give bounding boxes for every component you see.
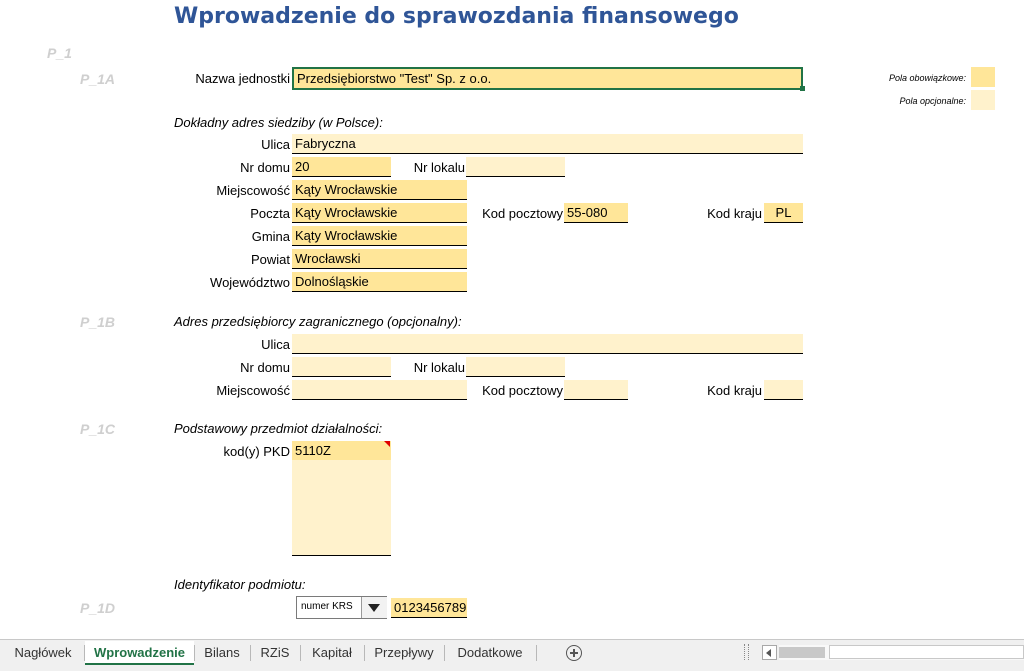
legend-required-label: Pola obowiązkowe: <box>888 73 966 83</box>
house-number-field[interactable]: 20 <box>292 157 391 177</box>
tab-bilans[interactable]: Bilans <box>196 641 248 665</box>
page-title: Wprowadzenie do sprawozdania finansowego <box>174 4 739 29</box>
section-code-p1c: P_1C <box>80 421 116 437</box>
pkd-field-5[interactable] <box>292 517 391 537</box>
scroll-left-button[interactable] <box>762 645 777 660</box>
identifier-value-field[interactable]: 0123456789 <box>391 598 467 618</box>
post-office-field[interactable]: Kąty Wrocławskie <box>292 203 467 223</box>
address-header: Dokładny adres siedziby (w Polsce): <box>174 115 383 130</box>
foreign-street-field[interactable] <box>292 334 803 354</box>
entity-name-field[interactable]: Przedsiębiorstwo "Test" Sp. z o.o. <box>292 67 803 90</box>
post-office-label: Poczta <box>250 206 290 221</box>
tab-przeplywy[interactable]: Przepływy <box>366 641 442 665</box>
tab-rzis[interactable]: RZiS <box>252 641 298 665</box>
foreign-flat-number-label: Nr lokalu <box>413 360 465 375</box>
horizontal-scrollbar[interactable] <box>779 645 1024 660</box>
section-code-p1b: P_1B <box>80 314 116 330</box>
triangle-down-icon <box>368 604 380 612</box>
tab-naglowek[interactable]: Nagłówek <box>8 641 78 665</box>
street-field[interactable]: Fabryczna <box>292 134 803 154</box>
tab-splitter-handle[interactable] <box>744 644 749 660</box>
country-code-label: Kod kraju <box>707 206 762 221</box>
scrollbar-track[interactable] <box>829 645 1024 659</box>
foreign-house-number-field[interactable] <box>292 357 391 377</box>
postal-code-label: Kod pocztowy <box>482 206 563 221</box>
tab-separator <box>364 645 365 661</box>
foreign-flat-number-field[interactable] <box>466 357 565 377</box>
identifier-header: Identyfikator podmiotu: <box>174 577 306 592</box>
province-label: Województwo <box>210 275 290 290</box>
tab-dodatkowe[interactable]: Dodatkowe <box>446 641 534 665</box>
tab-separator <box>300 645 301 661</box>
foreign-address-header: Adres przedsiębiorcy zagranicznego (opcj… <box>174 314 462 329</box>
plus-vertical <box>573 649 575 657</box>
section-code-p1: P_1 <box>47 45 72 61</box>
foreign-country-code-label: Kod kraju <box>707 383 762 398</box>
city-label: Miejscowość <box>216 183 290 198</box>
entity-name-label: Nazwa jednostki <box>195 71 290 86</box>
legend-required-swatch <box>971 67 995 87</box>
foreign-country-code-field[interactable] <box>764 380 803 400</box>
section-code-p1d: P_1D <box>80 600 116 616</box>
section-code-p1a: P_1A <box>80 71 116 87</box>
foreign-street-label: Ulica <box>261 337 290 352</box>
fill-handle[interactable] <box>800 86 805 91</box>
pkd-field-2[interactable] <box>292 460 391 480</box>
triangle-left-icon <box>766 649 771 657</box>
tab-separator <box>444 645 445 661</box>
foreign-postal-code-field[interactable] <box>564 380 628 400</box>
pkd-label: kod(y) PKD <box>223 444 290 459</box>
pkd-field-3[interactable] <box>292 479 391 499</box>
county-field[interactable]: Wrocławski <box>292 249 467 269</box>
scrollbar-thumb[interactable] <box>779 647 825 658</box>
city-field[interactable]: Kąty Wrocławskie <box>292 180 467 200</box>
foreign-postal-code-label: Kod pocztowy <box>482 383 563 398</box>
foreign-house-number-label: Nr domu <box>240 360 290 375</box>
legend-optional-swatch <box>971 90 995 110</box>
county-label: Powiat <box>250 252 290 267</box>
dropdown-button[interactable] <box>361 597 387 618</box>
foreign-city-field[interactable] <box>292 380 467 400</box>
tab-separator <box>536 645 537 661</box>
flat-number-field[interactable] <box>466 157 565 177</box>
legend-optional-label: Pola opcjonalne: <box>899 96 966 106</box>
tab-wprowadzenie[interactable]: Wprowadzenie <box>85 641 194 665</box>
flat-number-label: Nr lokalu <box>413 160 465 175</box>
activity-header: Podstawowy przedmiot działalności: <box>174 421 383 436</box>
plus-circle-icon[interactable] <box>566 645 582 661</box>
pkd-field-6[interactable] <box>292 536 391 556</box>
pkd-field-1[interactable]: 5110Z <box>292 441 391 461</box>
province-field[interactable]: Dolnośląskie <box>292 272 467 292</box>
street-label: Ulica <box>261 137 290 152</box>
tab-separator <box>194 645 195 661</box>
commune-field[interactable]: Kąty Wrocławskie <box>292 226 467 246</box>
pkd-field-4[interactable] <box>292 498 391 518</box>
commune-label: Gmina <box>251 229 290 244</box>
house-number-label: Nr domu <box>240 160 290 175</box>
identifier-type-select[interactable]: numer KRS <box>296 596 387 619</box>
postal-code-field[interactable]: 55-080 <box>564 203 628 223</box>
comment-indicator-icon <box>384 441 390 447</box>
identifier-type-value: numer KRS <box>301 601 353 612</box>
country-code-field[interactable]: PL <box>764 203 803 223</box>
foreign-city-label: Miejscowość <box>216 383 290 398</box>
tab-separator <box>250 645 251 661</box>
tab-kapital[interactable]: Kapitał <box>302 641 362 665</box>
